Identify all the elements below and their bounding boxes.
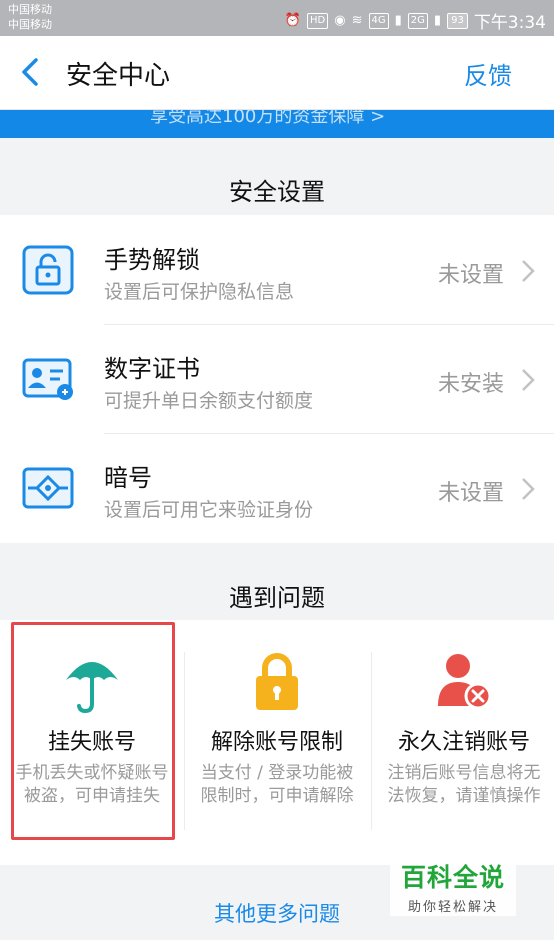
hd-badge: HD — [307, 12, 329, 29]
id-card-icon — [22, 358, 73, 400]
setting-status: 未安装 — [437, 372, 504, 397]
problem-description: 当支付 / 登录功能被限制时，可申请解除 — [200, 763, 354, 806]
status-indicators: ⏰ HD ◉ ≋ 4G ▮ 2G ▮ 93 下午3:34 — [285, 8, 546, 33]
alarm-icon: ⏰ — [284, 13, 302, 28]
watermark-title: 百科全说 — [400, 863, 505, 892]
carrier-label-1: 中国移动 — [8, 3, 52, 16]
signal-2g-label: 2G — [407, 12, 428, 29]
setting-row-digital-certificate[interactable]: 数字证书 可提升单日余额支付额度 未安装 — [0, 324, 554, 433]
carrier-label-2: 中国移动 — [8, 18, 52, 31]
lock-icon — [22, 245, 74, 295]
problems-header: 遇到问题 — [229, 584, 325, 612]
setting-row-passcode[interactable]: 暗号 设置后可用它来验证身份 未设置 — [0, 433, 554, 542]
wifi-icon: ≋ — [351, 13, 363, 28]
signal-4g-label: 4G — [368, 12, 389, 29]
nav-bar: 安全中心 反馈 — [0, 36, 554, 110]
setting-row-gesture-lock[interactable]: 手势解锁 设置后可保护隐私信息 未设置 — [0, 215, 554, 324]
delete-account-item[interactable]: 永久注销账号 注销后账号信息将无法恢复，请谨慎操作 — [372, 620, 554, 865]
status-time: 下午3:34 — [473, 13, 546, 33]
code-icon — [22, 467, 74, 509]
chevron-right-icon — [522, 260, 535, 282]
setting-title: 暗号 — [104, 464, 152, 492]
feedback-button[interactable]: 反馈 — [464, 56, 512, 91]
padlock-icon — [256, 653, 298, 710]
signal-icon-2: ▮ — [433, 13, 442, 28]
page-title: 安全中心 — [66, 61, 171, 91]
status-bar: 中国移动 中国移动 ⏰ HD ◉ ≋ 4G ▮ 2G ▮ 93 下午3:34 — [0, 0, 554, 36]
setting-description: 设置后可用它来验证身份 — [104, 499, 314, 521]
problem-description: 注销后账号信息将无法恢复，请谨慎操作 — [387, 763, 541, 806]
remove-user-icon — [438, 654, 492, 710]
problem-title: 永久注销账号 — [397, 730, 530, 755]
battery-icon: 93 — [447, 12, 468, 29]
problem-title: 解除账号限制 — [210, 730, 343, 755]
security-settings-list: 手势解锁 设置后可保护隐私信息 未设置 数字证书 可提升单日余额支付额度 未安装 — [0, 215, 554, 543]
setting-status: 未设置 — [437, 263, 504, 288]
lift-restriction-item[interactable]: 解除账号限制 当支付 / 登录功能被限制时，可申请解除 — [185, 620, 369, 865]
setting-title: 数字证书 — [104, 355, 200, 383]
chevron-right-icon — [522, 478, 535, 500]
back-arrow-icon[interactable] — [14, 54, 50, 90]
setting-status: 未设置 — [437, 481, 504, 506]
eye-icon: ◉ — [334, 13, 346, 28]
setting-description: 可提升单日余额支付额度 — [104, 390, 314, 412]
watermark-subtitle: 助你轻松解决 — [407, 900, 498, 915]
chevron-right-icon — [522, 369, 535, 391]
banner-text: 享受高达100万的资金保障 > — [150, 110, 386, 127]
watermark: 百科全说 助你轻松解决 — [390, 856, 516, 916]
signal-icon: ▮ — [394, 13, 402, 28]
fund-protection-banner[interactable]: 享受高达100万的资金保障 > — [0, 110, 554, 138]
setting-title: 手势解锁 — [104, 246, 200, 274]
setting-description: 设置后可保护隐私信息 — [104, 281, 295, 303]
security-settings-header: 安全设置 — [229, 178, 325, 206]
highlight-annotation — [11, 622, 175, 840]
